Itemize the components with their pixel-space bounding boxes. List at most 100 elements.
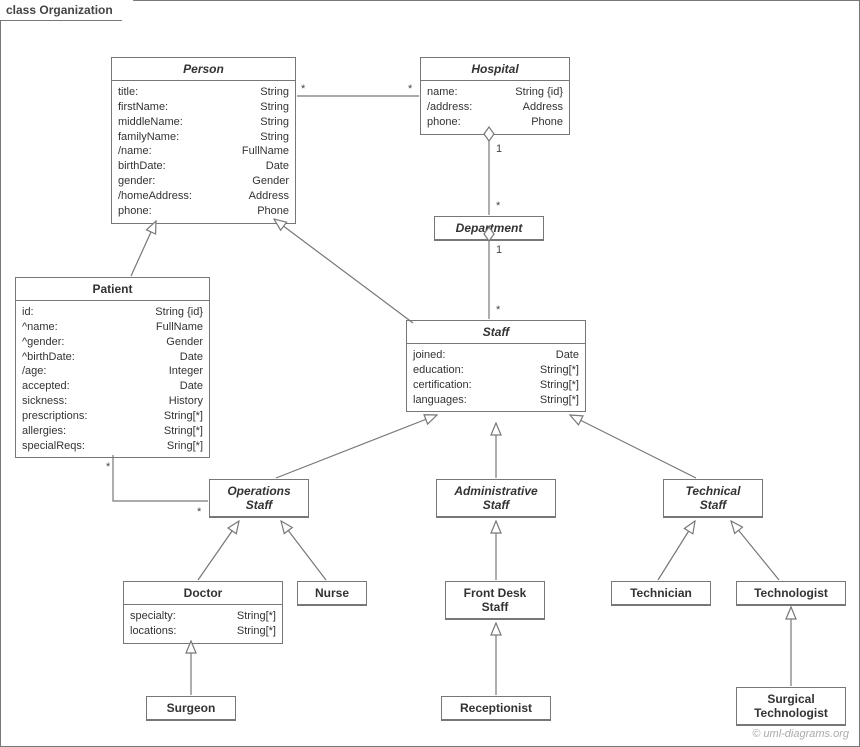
- attribute-name: firstName:: [118, 100, 168, 115]
- attribute-type: Date: [180, 379, 203, 394]
- class-staff-body: joined:Dateeducation:String[*]certificat…: [407, 344, 585, 411]
- attribute-row: certification: String[*]: [413, 378, 579, 393]
- attribute-row: /age:Integer: [22, 364, 203, 379]
- label: Staff: [700, 498, 726, 512]
- attribute-row: birthDate: Date: [118, 159, 289, 174]
- class-technologist-title: Technologist: [737, 582, 845, 605]
- label: Operations: [227, 484, 290, 498]
- attribute-name: name:: [427, 85, 458, 100]
- mult-dept-staff-bot: *: [496, 304, 500, 316]
- class-doctor-title: Doctor: [124, 582, 282, 605]
- class-technologist: Technologist: [736, 581, 846, 606]
- class-person: Person title:StringfirstName:Stringmiddl…: [111, 57, 296, 224]
- attribute-row: id: String {id}: [22, 305, 203, 320]
- attribute-name: accepted:: [22, 379, 70, 394]
- attribute-name: phone:: [118, 204, 152, 219]
- label: Front Desk: [464, 586, 527, 600]
- attribute-row: allergies:String[*]: [22, 424, 203, 439]
- watermark: © uml-diagrams.org: [752, 728, 849, 740]
- attribute-type: String[*]: [540, 378, 579, 393]
- attribute-name: phone:: [427, 115, 461, 130]
- class-hospital-body: name: String {id}/address:Addressphone: Ph…: [421, 81, 569, 134]
- attribute-row: joined:Date: [413, 348, 579, 363]
- class-administrative-staff: Administrative Staff: [436, 479, 556, 518]
- attribute-name: birthDate:: [118, 159, 166, 174]
- attribute-row: specialReqs: Sring[*]: [22, 439, 203, 454]
- attribute-type: Date: [266, 159, 289, 174]
- attribute-row: education:String[*]: [413, 363, 579, 378]
- attribute-type: String[*]: [164, 409, 203, 424]
- attribute-name: certification:: [413, 378, 472, 393]
- attribute-name: sickness:: [22, 394, 67, 409]
- class-person-body: title:StringfirstName:StringmiddleName:S…: [112, 81, 295, 223]
- attribute-name: allergies:: [22, 424, 66, 439]
- attribute-row: accepted: Date: [22, 379, 203, 394]
- attribute-type: Date: [180, 350, 203, 365]
- attribute-row: familyName:String: [118, 130, 289, 145]
- attribute-row: languages:String[*]: [413, 393, 579, 408]
- class-front-desk-staff: Front Desk Staff: [445, 581, 545, 620]
- class-receptionist: Receptionist: [441, 696, 551, 721]
- mult-patient-ops-right: *: [197, 506, 201, 518]
- attribute-type: String[*]: [540, 363, 579, 378]
- class-hospital-title: Hospital: [421, 58, 569, 81]
- attribute-row: /homeAddress:Address: [118, 189, 289, 204]
- attribute-row: phone: Phone: [118, 204, 289, 219]
- class-receptionist-title: Receptionist: [442, 697, 550, 720]
- mult-hospital-dept-top: 1: [496, 143, 502, 155]
- attribute-row: /name:FullName: [118, 144, 289, 159]
- attribute-type: FullName: [156, 320, 203, 335]
- class-technician: Technician: [611, 581, 711, 606]
- attribute-row: ^birthDate: Date: [22, 350, 203, 365]
- attribute-type: Date: [556, 348, 579, 363]
- mult-dept-staff-top: 1: [496, 244, 502, 256]
- attribute-type: String: [260, 85, 289, 100]
- attribute-row: prescriptions: String[*]: [22, 409, 203, 424]
- attribute-type: Address: [249, 189, 289, 204]
- attribute-type: Sring[*]: [167, 439, 203, 454]
- attribute-name: prescriptions:: [22, 409, 87, 424]
- attribute-row: name: String {id}: [427, 85, 563, 100]
- attribute-row: ^name:FullName: [22, 320, 203, 335]
- attribute-name: id:: [22, 305, 34, 320]
- class-surgeon: Surgeon: [146, 696, 236, 721]
- attribute-name: ^birthDate:: [22, 350, 75, 365]
- label: Administrative: [454, 484, 537, 498]
- mult-person-hospital-right: *: [408, 83, 412, 95]
- attribute-name: locations:: [130, 624, 176, 639]
- attribute-type: String[*]: [540, 393, 579, 408]
- attribute-name: specialReqs:: [22, 439, 85, 454]
- mult-person-hospital-left: *: [301, 83, 305, 95]
- class-department: Department: [434, 216, 544, 241]
- class-staff-title: Staff: [407, 321, 585, 344]
- attribute-row: gender:Gender: [118, 174, 289, 189]
- class-administrative-staff-title: Administrative Staff: [437, 480, 555, 517]
- label: Staff: [482, 600, 509, 614]
- attribute-type: String {id}: [515, 85, 563, 100]
- attribute-name: /age:: [22, 364, 46, 379]
- attribute-row: firstName: String: [118, 100, 289, 115]
- attribute-row: /address:Address: [427, 100, 563, 115]
- attribute-type: String {id}: [155, 305, 203, 320]
- attribute-type: History: [169, 394, 203, 409]
- frame-title: class Organization: [0, 0, 134, 21]
- class-patient-title: Patient: [16, 278, 209, 301]
- class-person-title: Person: [112, 58, 295, 81]
- label: Technical: [686, 484, 741, 498]
- attribute-type: Gender: [252, 174, 289, 189]
- attribute-row: phone: Phone: [427, 115, 563, 130]
- class-patient-body: id: String {id}^name:FullName^gender:Gend…: [16, 301, 209, 457]
- attribute-type: Phone: [257, 204, 289, 219]
- attribute-name: middleName:: [118, 115, 183, 130]
- attribute-type: String[*]: [237, 609, 276, 624]
- attribute-type: Phone: [531, 115, 563, 130]
- attribute-row: ^gender:Gender: [22, 335, 203, 350]
- attribute-row: middleName:String: [118, 115, 289, 130]
- label: Surgical: [767, 692, 814, 706]
- label: Technologist: [754, 706, 828, 720]
- label: Staff: [246, 498, 272, 512]
- class-surgeon-title: Surgeon: [147, 697, 235, 720]
- attribute-type: String: [260, 130, 289, 145]
- diagram-frame: class Organization Person title:Stringfi…: [0, 0, 860, 747]
- attribute-type: String: [260, 100, 289, 115]
